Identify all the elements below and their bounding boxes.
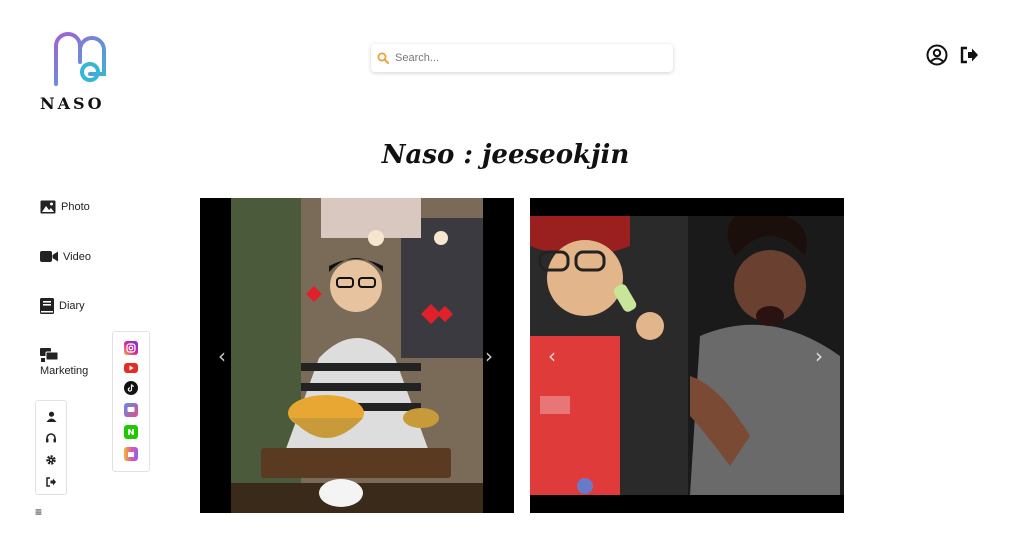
- sign-out-icon[interactable]: [44, 475, 58, 489]
- image-icon: [40, 200, 56, 214]
- page-title: Naso : jeeseokjin: [381, 140, 630, 170]
- social-links-panel: [112, 331, 150, 472]
- user-circle-icon[interactable]: [926, 44, 948, 66]
- video-camera-icon: [40, 251, 58, 262]
- user-icon[interactable]: [44, 409, 58, 423]
- carousel-prev-button[interactable]: ‹: [548, 344, 556, 368]
- sidebar-item-label: Photo: [61, 201, 90, 213]
- utility-panel: [35, 400, 67, 495]
- carousel-photo: [231, 198, 483, 513]
- search-input[interactable]: [395, 52, 655, 64]
- search-icon: [377, 52, 389, 64]
- carousel-next-button[interactable]: ›: [815, 344, 823, 368]
- menu-toggle-icon[interactable]: ≡: [35, 505, 42, 519]
- shop-icon[interactable]: [124, 447, 138, 461]
- carousel-photo: [530, 216, 844, 495]
- logo-text: NASO: [40, 94, 105, 113]
- carousel-prev-button[interactable]: ‹: [218, 344, 226, 368]
- gear-icon[interactable]: [44, 453, 58, 467]
- sidebar-item-diary[interactable]: Diary: [40, 298, 85, 314]
- sign-out-icon[interactable]: [958, 44, 980, 66]
- header-actions: [926, 44, 980, 66]
- sidebar-item-label: Video: [63, 250, 91, 263]
- chat-icon[interactable]: [124, 403, 138, 417]
- headset-icon[interactable]: [44, 431, 58, 445]
- search-bar[interactable]: [371, 44, 673, 72]
- tiktok-icon[interactable]: [124, 381, 138, 395]
- naver-icon[interactable]: [124, 425, 138, 439]
- youtube-icon[interactable]: [124, 363, 138, 373]
- sidebar-item-photo[interactable]: Photo: [40, 200, 90, 214]
- sidebar-item-label: Diary: [59, 300, 85, 312]
- instagram-icon[interactable]: [124, 341, 138, 355]
- photo-carousel-2[interactable]: ‹ ›: [530, 198, 844, 513]
- photo-carousel-1[interactable]: ‹ ›: [200, 198, 514, 513]
- sidebar-item-label: Marketing: [40, 365, 89, 377]
- book-icon: [40, 298, 54, 314]
- carousel-next-button[interactable]: ›: [485, 344, 493, 368]
- naso-logo-icon: [54, 32, 106, 86]
- marketing-icon: [40, 348, 58, 362]
- brand-logo[interactable]: NASO: [40, 32, 120, 113]
- sidebar-item-video[interactable]: Video: [40, 250, 91, 263]
- page: NASO Naso : jeeseokjin: [0, 0, 1011, 544]
- sidebar-item-marketing[interactable]: Marketing: [40, 346, 88, 377]
